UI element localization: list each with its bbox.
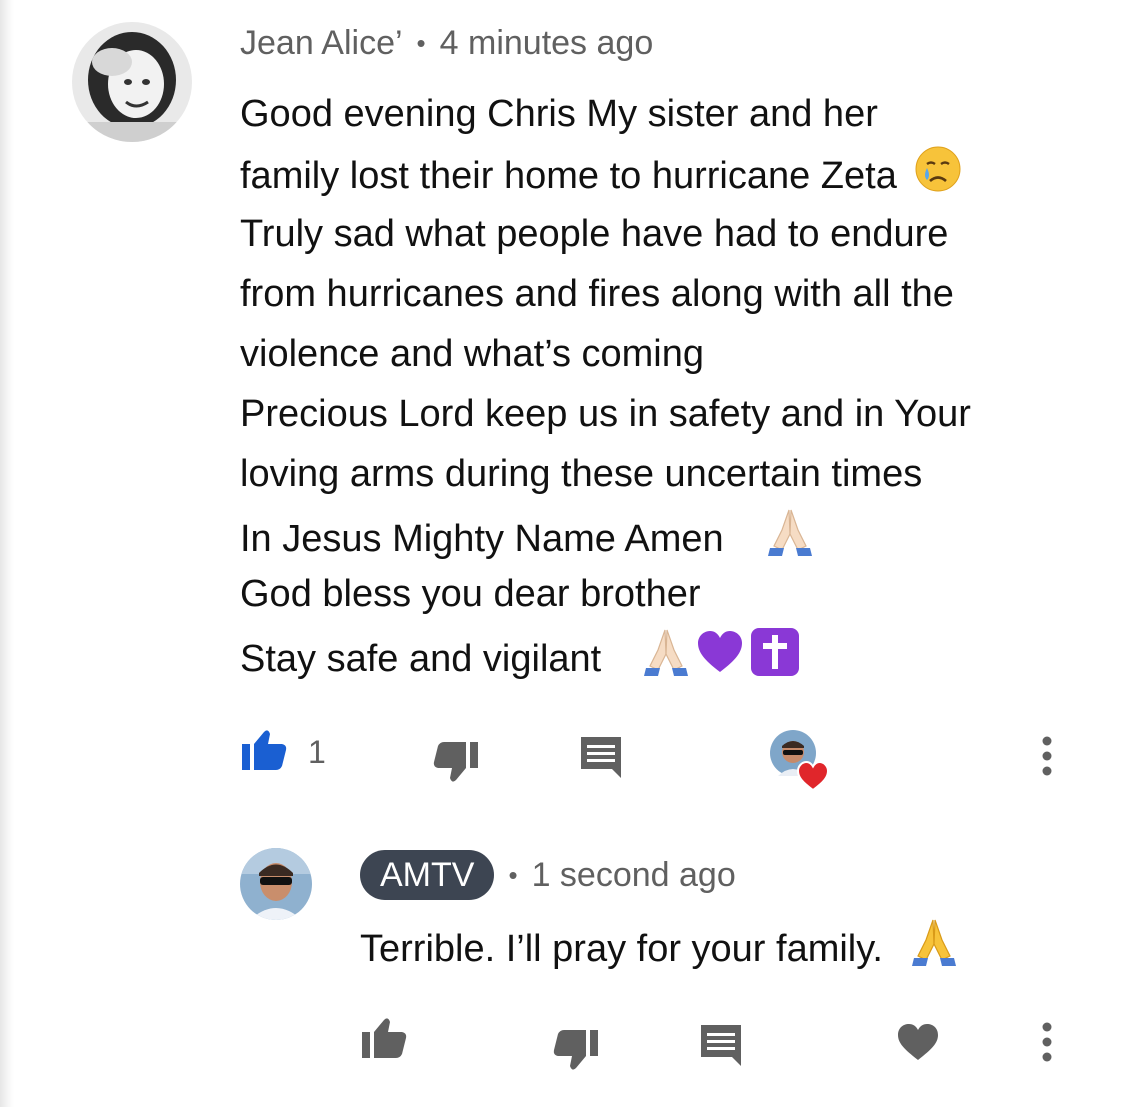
comment-line: Precious Lord keep us in safety and in Y…	[240, 393, 971, 435]
comment-line: violence and what’s coming	[240, 333, 705, 375]
comment-line: Truly sad what people have had to endure	[240, 213, 949, 255]
reply-like-button[interactable]	[360, 1016, 408, 1065]
like-button[interactable]: 1	[240, 728, 326, 777]
folded-hands-emoji	[906, 914, 962, 988]
reply-author-avatar[interactable]	[240, 848, 312, 920]
comment-line: God bless you dear brother	[240, 573, 701, 615]
reply-button[interactable]	[578, 734, 624, 785]
dislike-button[interactable]	[432, 740, 480, 789]
reply-more-button[interactable]	[1040, 1022, 1054, 1067]
reply-heart-button[interactable]	[896, 1022, 940, 1067]
comment-line: Good evening Chris My sister and her	[240, 93, 878, 135]
like-count: 1	[308, 734, 326, 770]
reply-comment-icon	[578, 734, 624, 785]
creator-heart-badge[interactable]	[770, 730, 832, 792]
purple-heart-emoji	[694, 626, 746, 696]
reply-comment-icon	[698, 1022, 744, 1073]
comment-more-button[interactable]	[1040, 736, 1054, 781]
thumbs-down-icon	[552, 1028, 600, 1077]
left-edge-shadow	[0, 0, 14, 1107]
commenter-avatar[interactable]	[72, 22, 192, 142]
reply-reply-button[interactable]	[698, 1022, 744, 1073]
meta-separator: •	[508, 859, 518, 890]
thumbs-down-icon	[432, 740, 480, 789]
thumbs-up-icon	[240, 728, 288, 777]
comment-line: Stay safe and vigilant	[240, 624, 971, 684]
more-vertical-icon	[1040, 1022, 1054, 1067]
meta-separator: •	[416, 28, 426, 58]
heart-icon	[896, 1022, 940, 1067]
reply-author-badge[interactable]: AMTV	[360, 850, 495, 900]
comment-text: Good evening Chris My sister and her fam…	[240, 84, 971, 684]
reply-meta: AMTV • 1 second ago	[360, 850, 736, 900]
thumbs-up-icon	[360, 1016, 408, 1065]
creator-avatar-small	[770, 730, 832, 792]
heart-icon	[796, 760, 830, 797]
comment-meta: Jean Alice’ • 4 minutes ago	[240, 24, 653, 63]
folded-hands-emoji	[638, 624, 694, 698]
crying-face-emoji	[913, 144, 963, 212]
folded-hands-emoji	[762, 504, 818, 578]
comment-line: from hurricanes and fires along with all…	[240, 273, 954, 315]
reply-line: Terrible. I’ll pray for your family.	[360, 914, 962, 974]
reply-dislike-button[interactable]	[552, 1028, 600, 1077]
comment-time[interactable]: 4 minutes ago	[440, 24, 654, 63]
more-vertical-icon	[1040, 736, 1054, 781]
comment-line: In Jesus Mighty Name Amen	[240, 504, 971, 564]
comment-line: loving arms during these uncertain times	[240, 453, 923, 495]
reply-text: Terrible. I’ll pray for your family.	[360, 914, 962, 974]
latin-cross-emoji	[748, 625, 802, 697]
reply-time[interactable]: 1 second ago	[532, 856, 736, 895]
comment-line: family lost their home to hurricane Zeta	[240, 144, 971, 204]
comment-author[interactable]: Jean Alice’	[240, 24, 403, 63]
